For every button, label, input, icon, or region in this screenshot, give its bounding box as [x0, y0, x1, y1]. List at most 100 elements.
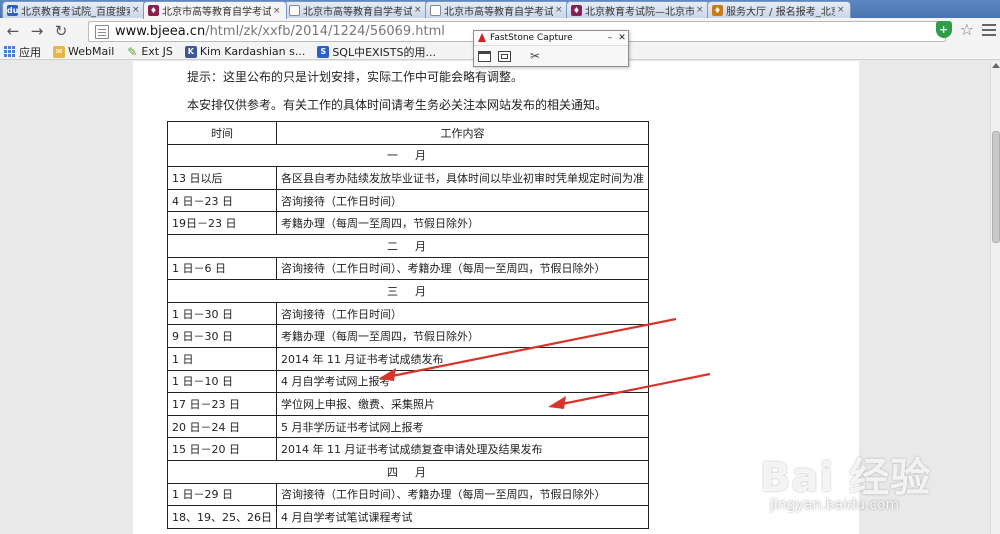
url-host: www.bjeea.cn: [115, 24, 206, 39]
capture-object-icon[interactable]: [498, 50, 511, 62]
table-header-row: 时间 工作内容: [167, 121, 649, 145]
baidu-jingyan-watermark: Bai 经验 jingyan.baidu.com: [760, 445, 940, 534]
capture-window-icon[interactable]: [478, 50, 491, 62]
shield-extension-icon[interactable]: +: [935, 21, 952, 38]
browser-tab[interactable]: du 北京教育考试院_百度搜索 ×: [2, 1, 146, 18]
article-content: 提示：这里公布的只是计划安排，实际工作中可能会略有调整。 本安排仅供参考。有关工…: [133, 61, 859, 534]
tab-label: 北京市高等教育自学考试...: [162, 7, 271, 18]
tab-label: 北京市高等教育自学考试: [444, 6, 553, 18]
task-cell: 2014 年 11 月证书考试成绩复查申请处理及结果发布: [276, 437, 649, 461]
url-path: /html/zk/xxfb/2014/1224/56069.html: [205, 24, 445, 39]
capture-freehand-icon[interactable]: ✂: [530, 50, 544, 62]
table-row: 1 日－6 日咨询接待（工作日时间）、考籍办理（每周一至周四，节假日除外）: [167, 256, 649, 281]
time-cell: 20 日－24 日: [167, 414, 277, 439]
task-cell: 各区县自考办陆续发放毕业证书，具体时间以毕业初审时凭单规定时间为准: [276, 166, 649, 190]
kim-icon: K: [184, 45, 197, 58]
baidu-icon: du: [7, 4, 19, 16]
bookmark-item[interactable]: 应用: [4, 44, 41, 60]
faststone-logo-icon: [477, 33, 487, 43]
bookmark-label: Kim Kardashian s...: [199, 45, 306, 58]
schedule-table: 时间 工作内容 一 月 13 日以后 各区县自考办陆续发放毕业证书，具体时间以毕业初…: [167, 121, 649, 529]
back-arrow-icon[interactable]: ←: [2, 20, 24, 42]
table-row: 1 日－10 日4 月自学考试网上报考: [167, 369, 649, 394]
browser-tab[interactable]: 北京市高等教育自学考试 ×: [425, 1, 569, 18]
task-cell: 考籍办理（每周一至周四，节假日除外）: [276, 211, 649, 235]
browser-tab[interactable]: ♦ 服务大厅 / 报名报考_北京 ×: [707, 1, 851, 18]
sql-icon: S: [317, 45, 330, 58]
month-row: 二 月: [167, 233, 649, 258]
bookmark-item[interactable]: K Kim Kardashian s...: [184, 45, 306, 58]
apps-grid-icon: [4, 45, 16, 58]
tab-close-icon[interactable]: ×: [555, 5, 564, 15]
tab-close-icon[interactable]: ×: [696, 5, 705, 15]
month-row: 一 月: [167, 143, 649, 168]
table-row: 19日－23 日考籍办理（每周一至周四，节假日除外）: [167, 211, 649, 235]
bookmark-label: Ext JS: [141, 45, 173, 58]
task-cell: 咨询接待（工作日时间）: [276, 188, 649, 213]
bookmark-item[interactable]: ✎ Ext JS: [126, 45, 173, 58]
tab-label: 北京市高等教育自学考试: [303, 6, 412, 18]
tab-label: 北京教育考试院—北京市: [585, 6, 694, 18]
time-cell: 18、19、25、26日: [167, 505, 277, 529]
bookmark-item[interactable]: ✉ WebMail: [53, 45, 114, 58]
month-label: 二 月: [167, 233, 649, 258]
table-row: 4 日－23 日咨询接待（工作日时间）: [167, 188, 649, 213]
task-cell: 咨询接待（工作日时间）: [276, 301, 649, 326]
time-cell: 1 日－30 日: [167, 301, 277, 326]
table-row: 20 日－24 日5 月非学历证书考试网上报考: [167, 414, 649, 439]
task-cell: 2014 年 11 月证书考试成绩发布: [276, 346, 649, 371]
time-cell: 1 日: [167, 346, 277, 371]
bookmark-label: WebMail: [68, 45, 115, 58]
scroll-thumb[interactable]: [992, 131, 1000, 243]
task-cell: 咨询接待（工作日时间）、考籍办理（每周一至周四，节假日除外）: [276, 256, 649, 281]
minimize-icon[interactable]: –: [604, 33, 616, 43]
table-row: 17 日－23 日学位网上申报、缴费、采集照片: [167, 392, 649, 416]
task-cell: 4 月自学考试笔试课程考试: [276, 505, 649, 529]
table-row: 1 日－29 日咨询接待（工作日时间）、考籍办理（每周一至周四，节假日除外）: [167, 482, 649, 507]
table-row: 1 日 2014 年 11 月证书考试成绩发布: [167, 346, 649, 371]
tab-close-icon[interactable]: ×: [132, 5, 141, 15]
task-cell: 5 月非学历证书考试网上报考: [276, 414, 649, 439]
time-cell: 4 日－23 日: [167, 188, 277, 213]
reload-icon[interactable]: ↻: [50, 20, 72, 42]
mail-icon: ✉: [53, 45, 65, 58]
time-cell: 1 日－10 日: [167, 369, 277, 394]
capture-titlebar[interactable]: FastStone Capture – ✕: [474, 31, 628, 46]
edu-icon: ♦: [571, 4, 582, 16]
month-label: 四 月: [167, 459, 649, 484]
bookmark-item[interactable]: S SQL中EXISTS的用...: [317, 44, 436, 60]
tab-label: 服务大厅 / 报名报考_北京: [726, 6, 835, 18]
time-cell: 15 日－20 日: [167, 437, 277, 461]
time-cell: 9 日－30 日: [167, 324, 277, 348]
tab-close-icon[interactable]: ×: [273, 6, 282, 16]
time-cell: 1 日－6 日: [167, 256, 277, 281]
watermark-logo: Bai 经验: [760, 455, 932, 501]
tab-close-icon[interactable]: ×: [414, 5, 423, 15]
page-viewport: 提示：这里公布的只是计划安排，实际工作中可能会略有调整。 本安排仅供参考。有关工…: [0, 61, 990, 534]
browser-tab[interactable]: ♦ 北京市高等教育自学考试... ×: [143, 1, 287, 19]
notice-text: 本安排仅供参考。有关工作的具体时间请考生务必关注本网站发布的相关通知。: [187, 98, 608, 112]
capture-toolbar: ✂: [474, 46, 628, 66]
bookmark-label: 应用: [19, 45, 41, 59]
browser-tab[interactable]: ♦ 北京教育考试院—北京市 ×: [566, 1, 710, 18]
extjs-icon: ✎: [127, 44, 138, 59]
task-cell: 考籍办理（每周一至周四，节假日除外）: [276, 324, 649, 348]
table-row: 13 日以后 各区县自考办陆续发放毕业证书，具体时间以毕业初审时凭单规定时间为准: [167, 166, 649, 190]
forward-arrow-icon[interactable]: →: [26, 20, 48, 42]
browser-tab[interactable]: 北京市高等教育自学考试 ×: [284, 1, 428, 18]
address-url[interactable]: www.bjeea.cn/html/zk/xxfb/2014/1224/5606…: [115, 24, 445, 39]
page-icon: [430, 4, 441, 16]
table-row: 15 日－20 日 2014 年 11 月证书考试成绩复查申请处理及结果发布: [167, 437, 649, 461]
bookmark-star-icon[interactable]: ☆: [960, 20, 974, 39]
service-icon: ♦: [712, 4, 723, 16]
tab-close-icon[interactable]: ×: [837, 5, 846, 15]
capture-title: FastStone Capture: [490, 33, 573, 43]
close-icon[interactable]: ✕: [616, 33, 628, 43]
scroll-up-arrow-icon[interactable]: [992, 63, 1000, 68]
column-header: 工作内容: [276, 121, 649, 145]
page-icon: [95, 24, 109, 39]
column-header: 时间: [167, 121, 277, 145]
tab-label: 北京教育考试院_百度搜索: [21, 6, 130, 18]
page-scrollbar[interactable]: [990, 61, 1000, 534]
menu-icon[interactable]: [982, 23, 996, 36]
